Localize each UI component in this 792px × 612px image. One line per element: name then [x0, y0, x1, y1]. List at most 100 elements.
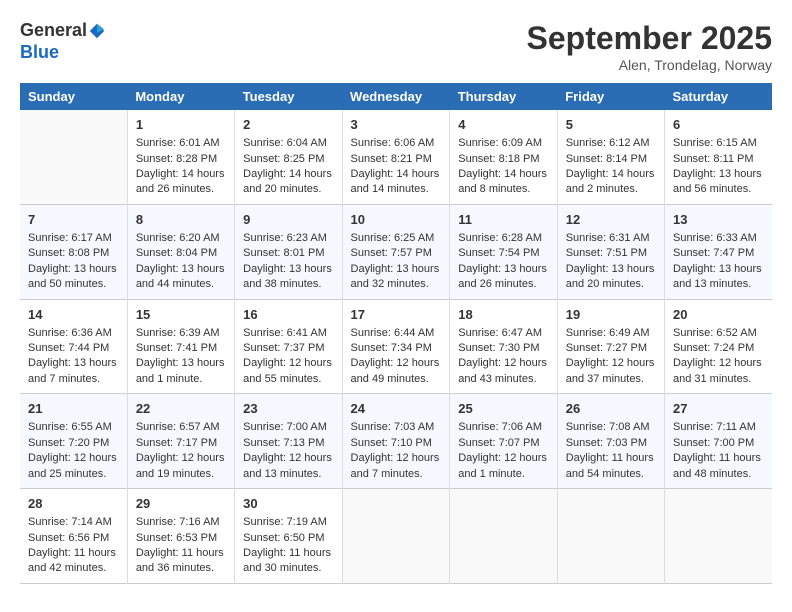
day-number: 5 [566, 116, 656, 134]
day-info: Sunrise: 7:14 AMSunset: 6:56 PMDaylight:… [28, 515, 119, 577]
day-cell: 16 Sunrise: 6:41 AMSunset: 7:37 PMDayligh… [235, 299, 342, 394]
day-number: 25 [458, 400, 548, 418]
day-number: 27 [673, 400, 764, 418]
day-info: Sunrise: 7:11 AMSunset: 7:00 PMDaylight:… [673, 420, 764, 482]
day-info: Sunrise: 7:06 AMSunset: 7:07 PMDaylight:… [458, 420, 548, 482]
day-info: Sunrise: 6:17 AMSunset: 8:08 PMDaylight:… [28, 231, 119, 293]
day-cell: 20Sunrise: 6:52 AMSunset: 7:24 PMDayligh… [664, 299, 772, 394]
day-number: 15 [136, 306, 226, 324]
day-cell: 25 Sunrise: 7:06 AMSunset: 7:07 PMDayligh… [450, 394, 557, 489]
day-cell: 14 Sunrise: 6:36 AMSunset: 7:44 PMDayligh… [20, 299, 127, 394]
week-row-2: 7 Sunrise: 6:17 AMSunset: 8:08 PMDaylight… [20, 204, 772, 299]
day-cell: 5 Sunrise: 6:12 AMSunset: 8:14 PMDaylight… [557, 110, 664, 204]
day-number: 4 [458, 116, 548, 134]
day-number: 28 [28, 495, 119, 513]
day-number: 11 [458, 211, 548, 229]
day-number: 13 [673, 211, 764, 229]
day-number: 7 [28, 211, 119, 229]
location: Alen, Trondelag, Norway [527, 57, 772, 73]
col-header-monday: Monday [127, 83, 234, 110]
day-number: 12 [566, 211, 656, 229]
day-cell: 6 Sunrise: 6:15 AMSunset: 8:11 PMDaylight… [664, 110, 772, 204]
day-info: Sunrise: 6:55 AMSunset: 7:20 PMDaylight:… [28, 420, 119, 482]
day-cell: 10 Sunrise: 6:25 AMSunset: 7:57 PMDayligh… [342, 204, 450, 299]
day-number: 14 [28, 306, 119, 324]
day-cell: 28 Sunrise: 7:14 AMSunset: 6:56 PMDayligh… [20, 489, 127, 584]
day-cell: 4 Sunrise: 6:09 AMSunset: 8:18 PMDaylight… [450, 110, 557, 204]
logo: General Blue [20, 20, 107, 63]
day-cell: 29 Sunrise: 7:16 AMSunset: 6:53 PMDayligh… [127, 489, 234, 584]
day-cell: 17 Sunrise: 6:44 AMSunset: 7:34 PMDayligh… [342, 299, 450, 394]
col-header-tuesday: Tuesday [235, 83, 342, 110]
day-info: Sunrise: 6:49 AMSunset: 7:27 PMDaylight:… [566, 326, 656, 388]
day-info: Sunrise: 6:23 AMSunset: 8:01 PMDaylight:… [243, 231, 333, 293]
day-info: Sunrise: 6:39 AMSunset: 7:41 PMDaylight:… [136, 326, 226, 388]
day-number: 21 [28, 400, 119, 418]
day-info: Sunrise: 6:52 AMSunset: 7:24 PMDaylight:… [673, 326, 764, 388]
day-info: Sunrise: 7:08 AMSunset: 7:03 PMDaylight:… [566, 420, 656, 482]
day-number: 2 [243, 116, 333, 134]
day-info: Sunrise: 7:19 AMSunset: 6:50 PMDaylight:… [243, 515, 333, 577]
week-row-4: 21 Sunrise: 6:55 AMSunset: 7:20 PMDayligh… [20, 394, 772, 489]
day-number: 18 [458, 306, 548, 324]
day-info: Sunrise: 6:31 AMSunset: 7:51 PMDaylight:… [566, 231, 656, 293]
title-area: September 2025 Alen, Trondelag, Norway [527, 20, 772, 73]
day-cell [664, 489, 772, 584]
day-cell: 2 Sunrise: 6:04 AMSunset: 8:25 PMDaylight… [235, 110, 342, 204]
day-number: 29 [136, 495, 226, 513]
day-cell [20, 110, 127, 204]
day-info: Sunrise: 6:28 AMSunset: 7:54 PMDaylight:… [458, 231, 548, 293]
day-info: Sunrise: 6:33 AMSunset: 7:47 PMDaylight:… [673, 231, 764, 293]
day-info: Sunrise: 6:41 AMSunset: 7:37 PMDaylight:… [243, 326, 333, 388]
week-row-1: 1Sunrise: 6:01 AMSunset: 8:28 PMDaylight… [20, 110, 772, 204]
day-number: 17 [351, 306, 442, 324]
day-cell: 21 Sunrise: 6:55 AMSunset: 7:20 PMDayligh… [20, 394, 127, 489]
day-number: 6 [673, 116, 764, 134]
day-info: Sunrise: 6:36 AMSunset: 7:44 PMDaylight:… [28, 326, 119, 388]
day-number: 24 [351, 400, 442, 418]
week-row-5: 28 Sunrise: 7:14 AMSunset: 6:56 PMDayligh… [20, 489, 772, 584]
day-cell: 18Sunrise: 6:47 AMSunset: 7:30 PMDayligh… [450, 299, 557, 394]
day-number: 23 [243, 400, 333, 418]
day-info: Sunrise: 7:16 AMSunset: 6:53 PMDaylight:… [136, 515, 226, 577]
day-number: 26 [566, 400, 656, 418]
col-header-sunday: Sunday [20, 83, 127, 110]
day-number: 30 [243, 495, 333, 513]
day-cell: 8 Sunrise: 6:20 AMSunset: 8:04 PMDaylight… [127, 204, 234, 299]
day-cell: 19 Sunrise: 6:49 AMSunset: 7:27 PMDayligh… [557, 299, 664, 394]
day-info: Sunrise: 6:15 AMSunset: 8:11 PMDaylight:… [673, 136, 764, 198]
day-info: Sunrise: 6:04 AMSunset: 8:25 PMDaylight:… [243, 136, 333, 198]
day-cell [342, 489, 450, 584]
day-info: Sunrise: 6:20 AMSunset: 8:04 PMDaylight:… [136, 231, 226, 293]
month-title: September 2025 [527, 20, 772, 57]
logo-general: General [20, 20, 87, 40]
day-number: 3 [351, 116, 442, 134]
day-cell: 30 Sunrise: 7:19 AMSunset: 6:50 PMDayligh… [235, 489, 342, 584]
day-info: Sunrise: 6:25 AMSunset: 7:57 PMDaylight:… [351, 231, 442, 293]
day-info: Sunrise: 6:44 AMSunset: 7:34 PMDaylight:… [351, 326, 442, 388]
day-info: Sunrise: 6:12 AMSunset: 8:14 PMDaylight:… [566, 136, 656, 198]
day-number: 10 [351, 211, 442, 229]
week-row-3: 14 Sunrise: 6:36 AMSunset: 7:44 PMDayligh… [20, 299, 772, 394]
day-number: 16 [243, 306, 333, 324]
day-cell: 15 Sunrise: 6:39 AMSunset: 7:41 PMDayligh… [127, 299, 234, 394]
col-header-friday: Friday [557, 83, 664, 110]
day-info: Sunrise: 6:06 AMSunset: 8:21 PMDaylight:… [351, 136, 442, 198]
day-number: 8 [136, 211, 226, 229]
page-header: General Blue September 2025 Alen, Tronde… [20, 20, 772, 73]
col-header-saturday: Saturday [664, 83, 772, 110]
day-info: Sunrise: 6:09 AMSunset: 8:18 PMDaylight:… [458, 136, 548, 198]
day-number: 9 [243, 211, 333, 229]
day-info: Sunrise: 6:57 AMSunset: 7:17 PMDaylight:… [136, 420, 226, 482]
day-cell: 12 Sunrise: 6:31 AMSunset: 7:51 PMDayligh… [557, 204, 664, 299]
day-cell: 7 Sunrise: 6:17 AMSunset: 8:08 PMDaylight… [20, 204, 127, 299]
day-cell [450, 489, 557, 584]
day-cell: 11 Sunrise: 6:28 AMSunset: 7:54 PMDayligh… [450, 204, 557, 299]
day-cell: 13 Sunrise: 6:33 AMSunset: 7:47 PMDayligh… [664, 204, 772, 299]
day-info: Sunrise: 7:03 AMSunset: 7:10 PMDaylight:… [351, 420, 442, 482]
day-cell: 3 Sunrise: 6:06 AMSunset: 8:21 PMDaylight… [342, 110, 450, 204]
col-header-thursday: Thursday [450, 83, 557, 110]
day-number: 19 [566, 306, 656, 324]
day-cell: 26 Sunrise: 7:08 AMSunset: 7:03 PMDayligh… [557, 394, 664, 489]
day-cell: 9 Sunrise: 6:23 AMSunset: 8:01 PMDaylight… [235, 204, 342, 299]
